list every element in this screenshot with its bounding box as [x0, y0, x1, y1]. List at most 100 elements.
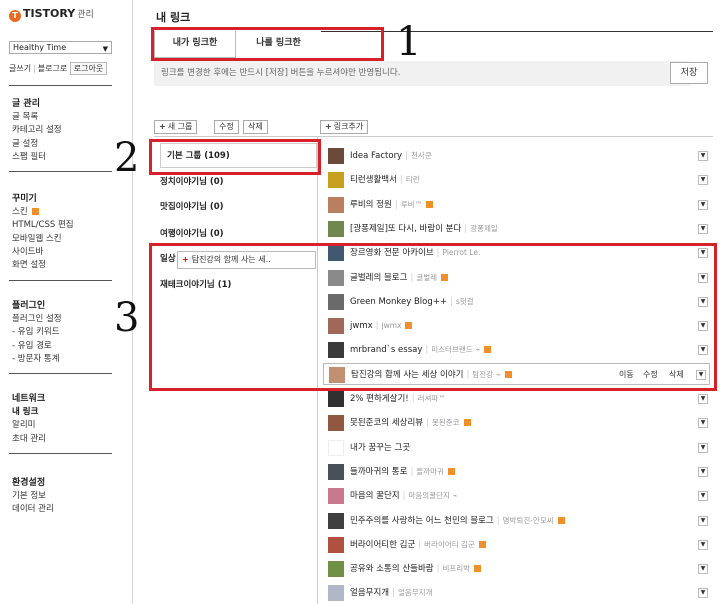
chevron-down-icon[interactable]: ▼ [698, 345, 708, 356]
edit-link-button[interactable]: 수정 [643, 364, 658, 386]
link-row[interactable]: 들까마귀의 통로 | 들까마귀 ▼ [328, 461, 708, 483]
blog-select[interactable]: Healthy Time ▼ [9, 41, 112, 54]
link-row[interactable]: 공유와 소통의 산들바람 | 비프리박 ▼ [328, 558, 708, 580]
link-row[interactable]: 내가 꿈꾸는 그곳 ▼ [328, 437, 708, 459]
sidebar-item[interactable]: 스팸 필터 [12, 151, 127, 164]
group-item[interactable]: 재테크이야기님 (1) [154, 273, 317, 298]
group-item[interactable]: 기본 그룹 (109) [160, 143, 317, 168]
link-name[interactable]: 티런생활백서 [350, 175, 397, 185]
chevron-down-icon[interactable]: ▼ [698, 515, 708, 526]
delete-link-button[interactable]: 삭제 [669, 364, 684, 386]
link-name[interactable]: 2% 편하게살기! [350, 394, 409, 404]
link-row[interactable]: Idea Factory | 천사쿤 ▼ [328, 145, 708, 167]
link-row[interactable]: [광퐁제일]또 다시, 바람이 분다 | 광퐁제일 ▼ [328, 218, 708, 240]
chevron-down-icon[interactable]: ▼ [696, 369, 706, 380]
link-row[interactable]: mrbrand`s essay | 미스터브랜드 ⌁ ▼ [328, 339, 708, 361]
link-row[interactable]: 2% 편하게살기! | 러셔파™ ▼ [328, 388, 708, 410]
link-name[interactable]: Green Monkey Blog++ [350, 297, 447, 307]
group-item[interactable]: 여행이야기님 (0) [154, 222, 317, 247]
sidebar-item[interactable]: 초대 관리 [12, 433, 127, 446]
group-item[interactable]: 맛집이야기님 (0) [154, 195, 317, 220]
chevron-down-icon[interactable]: ▼ [698, 272, 708, 283]
link-row[interactable]: 티런생활백서 | 티런 ▼ [328, 169, 708, 191]
group-item[interactable]: 정치이야기님 (0) [154, 170, 317, 195]
sidebar-item[interactable]: 스킨 [12, 206, 127, 219]
chevron-down-icon[interactable]: ▼ [698, 491, 708, 502]
chevron-down-icon[interactable]: ▼ [698, 223, 708, 234]
add-link-button[interactable]: + 링크추가 [320, 120, 369, 134]
link-name[interactable]: 장르영화 전문 아카이브 [350, 248, 434, 258]
save-button[interactable]: 저장 [670, 62, 708, 84]
chevron-down-icon[interactable]: ▼ [698, 394, 708, 404]
sidebar-item[interactable]: 기본 정보 [12, 490, 127, 503]
link-name[interactable]: 탐진강의 함께 사는 세상 이야기 [351, 370, 463, 380]
sidebar-item[interactable]: 카테고리 설정 [12, 124, 127, 137]
logout-button[interactable]: 로그아웃 [69, 62, 108, 75]
link-row[interactable]: 탐진강의 함께 사는 세상 이야기 | 탐진강 ⌁ 이동 수정 삭제 ▼ [323, 362, 710, 386]
sidebar-item[interactable]: - 유입 키워드 [12, 326, 127, 339]
link-name[interactable]: 민주주의를 사랑하는 어느 천민의 블로그 [350, 516, 494, 526]
sidebar-item[interactable]: 사이드바 [12, 246, 127, 259]
link-owner: 글벌레 [416, 272, 438, 282]
link-name[interactable]: 버라이어티한 김군 [350, 540, 415, 550]
sidebar-item[interactable]: 글 목록 [12, 111, 127, 124]
link-row[interactable]: 장르영화 전문 아카이브 | Pierrot Le. ▼ [328, 242, 708, 264]
link-row[interactable]: 민주주의를 사랑하는 어느 천민의 블로그 | 명박퇴진-안모씨 ▼ [328, 510, 708, 532]
tab-outgoing-links[interactable]: 내가 링크한 [154, 31, 236, 58]
link-name[interactable]: 내가 꿈꾸는 그곳 [350, 443, 410, 453]
link-name[interactable]: mrbrand`s essay [350, 345, 422, 355]
chevron-down-icon[interactable]: ▼ [698, 418, 708, 429]
chevron-down-icon[interactable]: ▼ [698, 296, 708, 307]
link-name[interactable]: Idea Factory [350, 151, 402, 161]
chevron-down-icon[interactable]: ▼ [698, 175, 708, 186]
chevron-down-icon[interactable]: ▼ [698, 588, 708, 599]
chevron-down-icon[interactable]: ▼ [698, 199, 708, 210]
link-name[interactable]: 글벌레의 블로그 [350, 273, 407, 283]
link-name[interactable]: [광퐁제일]또 다시, 바람이 분다 [350, 224, 461, 234]
link-row[interactable]: 루비의 정원 | 루비™ ▼ [328, 194, 708, 216]
tab-incoming-links[interactable]: 나를 링크한 [236, 31, 321, 58]
link-name[interactable]: 들까마귀의 통로 [350, 467, 407, 477]
edit-group-button[interactable]: 수정 [214, 120, 239, 134]
link-name[interactable]: 마음의 꿀단지 [350, 491, 400, 501]
tistory-logo[interactable]: T TISTORY 관리 [9, 7, 94, 22]
link-row[interactable]: 얼음무지개 | 얼음무지개 ▼ [328, 582, 708, 604]
link-row[interactable]: 못된준코의 세상리뷰 | 못된준코 ▼ [328, 412, 708, 434]
chevron-down-icon[interactable]: ▼ [698, 564, 708, 575]
sidebar-item[interactable]: 알리미 [12, 419, 127, 432]
blog-home-link[interactable]: 블로그로 [38, 64, 67, 73]
sidebar-item-label: 초대 관리 [12, 433, 46, 444]
sidebar-item[interactable]: 글 설정 [12, 138, 127, 151]
link-row[interactable]: jwmx | jwmx ▼ [328, 315, 708, 337]
annotation-number-2: 2 [114, 135, 140, 181]
link-row[interactable]: 마음의 꿀단지 | 마음의꿀단지 ⌁ ▼ [328, 485, 708, 507]
sidebar-item[interactable]: 화면 설정 [12, 259, 127, 272]
chevron-down-icon[interactable]: ▼ [698, 321, 708, 332]
sidebar-item[interactable]: - 방문자 통계 [12, 353, 127, 366]
move-link-button[interactable]: 이동 [619, 364, 634, 386]
link-name[interactable]: jwmx [350, 321, 373, 331]
annotation-number-3: 3 [114, 295, 140, 341]
new-group-button[interactable]: + 새 그룹 [154, 120, 198, 134]
sidebar-item[interactable]: 모바일웹 스킨 [12, 233, 127, 246]
sidebar-item[interactable]: - 유입 경로 [12, 340, 127, 353]
chevron-down-icon[interactable]: ▼ [698, 151, 708, 161]
dragging-link-item[interactable]: + 탐진강의 함께 사는 세.. [177, 251, 316, 269]
chevron-down-icon[interactable]: ▼ [698, 442, 708, 453]
write-link[interactable]: 글쓰기 [9, 64, 31, 73]
chevron-down-icon[interactable]: ▼ [698, 466, 708, 477]
sidebar-item[interactable]: 플러그인 설정 [12, 313, 127, 326]
chevron-down-icon[interactable]: ▼ [698, 248, 708, 259]
sidebar-item[interactable]: HTML/CSS 편집 [12, 219, 127, 232]
link-name[interactable]: 루비의 정원 [350, 200, 392, 210]
link-name[interactable]: 못된준코의 세상리뷰 [350, 418, 423, 428]
sidebar-item[interactable]: 데이터 관리 [12, 503, 127, 516]
link-name[interactable]: 공유와 소통의 산들바람 [350, 564, 434, 574]
sidebar-item[interactable]: 내 링크 [12, 406, 127, 419]
chevron-down-icon[interactable]: ▼ [698, 539, 708, 550]
link-row[interactable]: 버라이어티한 김군 | 버라이어티 김군 ▼ [328, 534, 708, 556]
delete-group-button[interactable]: 삭제 [243, 120, 268, 134]
link-name[interactable]: 얼음무지개 [350, 588, 389, 598]
link-row[interactable]: Green Monkey Blog++ | s헛걸 ▼ [328, 291, 708, 313]
link-row[interactable]: 글벌레의 블로그 | 글벌레 ▼ [328, 267, 708, 289]
